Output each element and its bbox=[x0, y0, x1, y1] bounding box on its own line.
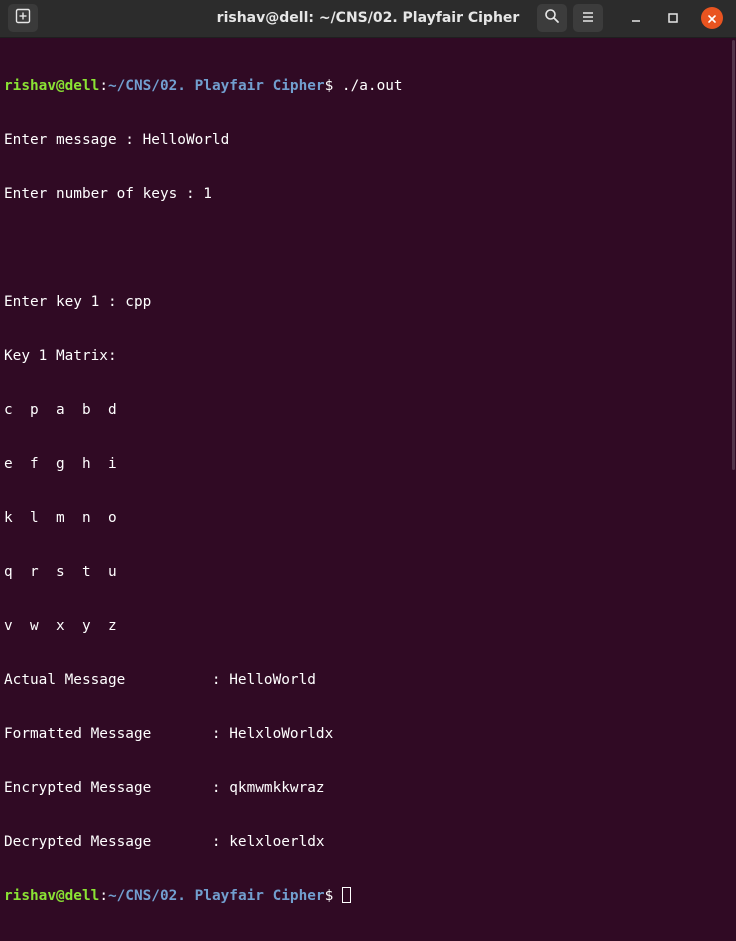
text-cursor bbox=[341, 887, 351, 903]
command-text: ./a.out bbox=[341, 78, 403, 94]
terminal-window: rishav@dell: ~/CNS/02. Playfair Cipher r… bbox=[0, 0, 736, 904]
prompt-line-current: rishav@dell:~/CNS/02. Playfair Cipher$ bbox=[4, 887, 403, 905]
new-tab-icon bbox=[15, 8, 31, 28]
maximize-icon bbox=[667, 9, 679, 28]
output-line: Key 1 Matrix: bbox=[4, 348, 117, 364]
prompt-colon: : bbox=[99, 888, 108, 904]
close-icon bbox=[707, 9, 717, 28]
prompt-colon: : bbox=[99, 78, 108, 94]
matrix-row: v w x y z bbox=[4, 618, 117, 634]
output-line: Encrypted Message : qkmwmkkwraz bbox=[4, 780, 325, 796]
output-line: Decrypted Message : kelxloerldx bbox=[4, 834, 325, 850]
terminal-content: rishav@dell:~/CNS/02. Playfair Cipher$ .… bbox=[4, 41, 403, 941]
prompt-line-command: rishav@dell:~/CNS/02. Playfair Cipher$ .… bbox=[4, 77, 403, 95]
matrix-row: q r s t u bbox=[4, 564, 117, 580]
output-line: Enter number of keys : 1 bbox=[4, 186, 212, 202]
terminal-output-area[interactable]: rishav@dell:~/CNS/02. Playfair Cipher$ .… bbox=[0, 38, 736, 904]
close-button[interactable] bbox=[700, 6, 724, 30]
close-button-circle bbox=[701, 7, 723, 29]
matrix-row: k l m n o bbox=[4, 510, 117, 526]
search-icon bbox=[544, 8, 560, 28]
prompt-symbol: $ bbox=[324, 78, 342, 94]
matrix-row: c p a b d bbox=[4, 402, 117, 418]
output-line: Formatted Message : HelxloWorldx bbox=[4, 726, 334, 742]
prompt-user-host: rishav@dell bbox=[4, 78, 100, 94]
output-line: Enter message : HelloWorld bbox=[4, 132, 230, 148]
prompt-user-host: rishav@dell bbox=[4, 888, 100, 904]
matrix-row: e f g h i bbox=[4, 456, 117, 472]
hamburger-menu-icon bbox=[581, 9, 595, 28]
prompt-path: ~/CNS/02. Playfair Cipher bbox=[107, 888, 325, 904]
maximize-button[interactable] bbox=[661, 6, 685, 30]
new-tab-button[interactable] bbox=[8, 4, 38, 32]
menu-button[interactable] bbox=[573, 4, 603, 32]
output-line: Enter key 1 : cpp bbox=[4, 294, 152, 310]
title-bar: rishav@dell: ~/CNS/02. Playfair Cipher bbox=[0, 0, 736, 38]
scrollbar[interactable] bbox=[732, 40, 735, 470]
minimize-button[interactable] bbox=[624, 6, 648, 30]
prompt-symbol: $ bbox=[324, 888, 342, 904]
prompt-path: ~/CNS/02. Playfair Cipher bbox=[107, 78, 325, 94]
search-button[interactable] bbox=[537, 4, 567, 32]
output-line: Actual Message : HelloWorld bbox=[4, 672, 316, 688]
scrollbar-thumb[interactable] bbox=[732, 40, 735, 470]
minimize-icon bbox=[630, 9, 642, 28]
